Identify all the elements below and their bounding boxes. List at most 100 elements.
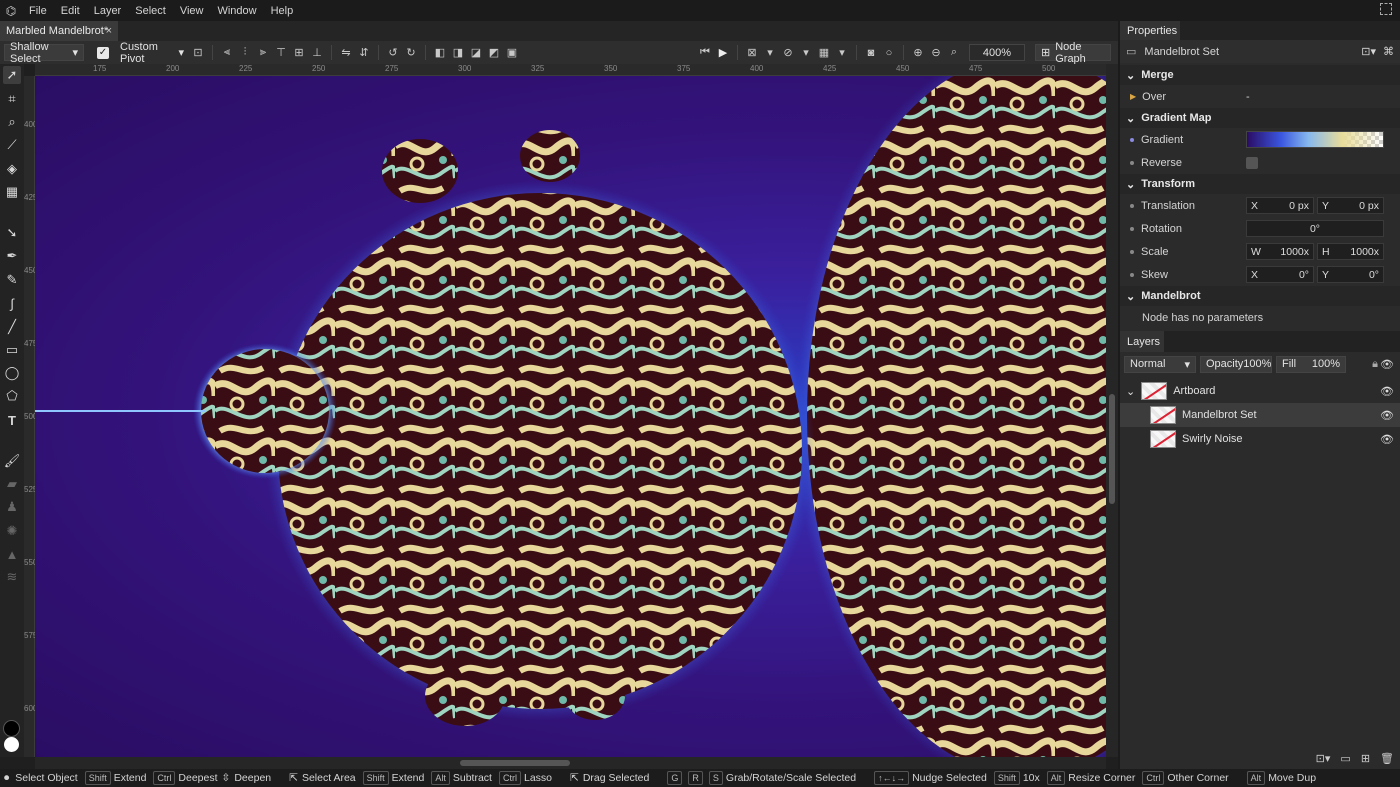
rotate-ccw-icon[interactable]: ↺ <box>386 46 400 60</box>
blend-mode-dropdown[interactable]: Normal ▾ <box>1124 355 1196 373</box>
boolean-subtract-icon[interactable]: ◨ <box>451 46 465 60</box>
zoom-out-icon[interactable]: ⊖ <box>929 46 943 60</box>
detail-tool-icon[interactable]: ▲ <box>3 545 21 563</box>
layer-row-artboard[interactable]: ⌄ Artboard 👁︎ <box>1120 379 1400 403</box>
overlays-icon[interactable]: ⊘ <box>781 46 795 60</box>
brush-tool-icon[interactable]: 🖌 <box>3 452 21 470</box>
opacity-field[interactable]: Opacity 100% <box>1200 355 1272 373</box>
mandelbrot-section-header[interactable]: ⌄ Mandelbrot <box>1120 286 1400 306</box>
align-right-icon[interactable]: ⫸ <box>256 46 270 60</box>
menu-select[interactable]: Select <box>128 5 173 17</box>
tab-properties[interactable]: Properties <box>1120 21 1180 40</box>
menu-edit[interactable]: Edit <box>54 5 87 17</box>
more-icon[interactable]: ⌘ <box>1383 45 1394 58</box>
gradient-map-section-header[interactable]: ⌄ Gradient Map <box>1120 108 1400 128</box>
primary-color-swatch[interactable] <box>3 720 20 737</box>
align-left-icon[interactable]: ⫷ <box>220 46 234 60</box>
grid-icon[interactable]: ▦ <box>817 46 831 60</box>
play-icon[interactable]: ▶ <box>716 46 730 60</box>
menu-window[interactable]: Window <box>210 5 263 17</box>
fill-field[interactable]: Fill 100% <box>1276 355 1346 373</box>
layer-row-mandelbrot-set[interactable]: Mandelbrot Set 👁︎ <box>1120 403 1400 427</box>
eye-icon[interactable]: 👁︎ <box>1380 358 1394 371</box>
reverse-checkbox[interactable] <box>1246 157 1258 169</box>
fill-tool-icon[interactable]: ◈ <box>3 160 21 178</box>
vertical-scrollbar[interactable] <box>1106 64 1118 757</box>
crop-tool-icon[interactable]: ⌗ <box>3 90 21 108</box>
menu-file[interactable]: File <box>22 5 54 17</box>
app-logo-icon[interactable]: ⌬ <box>0 0 22 21</box>
zoom-field[interactable]: 400% <box>969 44 1025 61</box>
snapping-icon[interactable]: ⊠ <box>745 46 759 60</box>
new-folder-icon[interactable]: ▭ <box>1340 752 1350 765</box>
align-bottom-icon[interactable]: ⊥ <box>310 46 324 60</box>
rotate-cw-icon[interactable]: ↻ <box>404 46 418 60</box>
menu-layer[interactable]: Layer <box>87 5 129 17</box>
eraser-tool-icon[interactable]: ▰ <box>3 475 21 493</box>
pivot-dropdown[interactable]: Custom Pivot ▾ <box>115 41 189 65</box>
secondary-color-swatch[interactable] <box>4 737 19 752</box>
tab-layers[interactable]: Layers <box>1120 331 1164 352</box>
scrollbar-thumb[interactable] <box>460 760 570 766</box>
translation-y-field[interactable]: Y 0 px <box>1317 197 1384 214</box>
align-top-icon[interactable]: ⊤ <box>274 46 288 60</box>
pen-tool-icon[interactable]: ✒ <box>3 247 21 265</box>
boolean-union-icon[interactable]: ◧ <box>433 46 447 60</box>
stamp-tool-icon[interactable]: ♟ <box>3 498 21 516</box>
align-middle-icon[interactable]: ⊞ <box>292 46 306 60</box>
zoom-in-icon[interactable]: ⊕ <box>911 46 925 60</box>
gradient-swatch[interactable] <box>1246 131 1384 148</box>
boolean-difference-icon[interactable]: ◩ <box>487 46 501 60</box>
pivot-target-icon[interactable]: ⊡ <box>191 46 205 60</box>
new-layer-icon[interactable]: ⊞ <box>1361 752 1370 765</box>
node-options-icon[interactable]: ⊡▾ <box>1361 45 1376 58</box>
rectangle-tool-icon[interactable]: ▭ <box>3 341 21 359</box>
line-tool-icon[interactable]: ╱ <box>3 318 21 336</box>
heal-tool-icon[interactable]: ✺ <box>3 522 21 540</box>
gradient-tool-icon[interactable]: ▦ <box>3 183 21 201</box>
eye-icon[interactable]: 👁︎ <box>1380 433 1394 446</box>
close-icon[interactable]: × <box>106 25 112 37</box>
layer-options-icon[interactable]: ⊡▾ <box>1316 752 1331 765</box>
layer-row-swirly-noise[interactable]: Swirly Noise 👁︎ <box>1120 427 1400 451</box>
eyedropper-tool-icon[interactable]: ⟋ <box>3 136 21 154</box>
scrollbar-thumb[interactable] <box>1109 394 1115 504</box>
spline-tool-icon[interactable]: ∫ <box>3 294 21 312</box>
scale-width-field[interactable]: W 1000x <box>1246 243 1314 260</box>
boolean-divide-icon[interactable]: ▣ <box>505 46 519 60</box>
pivot-checkbox[interactable]: ✓ <box>97 46 109 59</box>
text-tool-icon[interactable]: T <box>3 411 21 429</box>
horizontal-scrollbar[interactable] <box>35 757 1106 769</box>
chevron-down-icon[interactable]: ▾ <box>835 46 849 60</box>
chevron-down-icon[interactable]: ⌄ <box>1126 385 1135 398</box>
eye-icon[interactable]: 👁︎ <box>1380 385 1394 398</box>
maximize-icon[interactable] <box>1380 3 1392 15</box>
flip-vertical-icon[interactable]: ⇵ <box>357 46 371 60</box>
menu-view[interactable]: View <box>173 5 211 17</box>
skip-back-icon[interactable]: ⏮ <box>698 46 712 60</box>
select-mode-dropdown[interactable]: Shallow Select ▾ <box>4 41 84 65</box>
document-tab[interactable]: Marbled Mandelbrot* × <box>0 21 118 41</box>
render-mode-outline-icon[interactable]: ○ <box>882 46 896 60</box>
relight-tool-icon[interactable]: ≋ <box>3 568 21 586</box>
ellipse-tool-icon[interactable]: ◯ <box>3 364 21 382</box>
rotation-field[interactable]: 0° <box>1246 220 1384 237</box>
navigate-tool-icon[interactable]: ⌕ <box>3 113 21 131</box>
trash-icon[interactable]: 🗑︎ <box>1380 752 1394 765</box>
lock-icon[interactable]: 🔒︎ <box>1372 358 1378 371</box>
chevron-down-icon[interactable]: ▾ <box>763 46 777 60</box>
freehand-tool-icon[interactable]: ✎ <box>3 271 21 289</box>
menu-help[interactable]: Help <box>264 5 301 17</box>
scale-height-field[interactable]: H 1000x <box>1317 243 1384 260</box>
flip-horizontal-icon[interactable]: ⇋ <box>339 46 353 60</box>
translation-x-field[interactable]: X 0 px <box>1246 197 1314 214</box>
path-tool-icon[interactable]: ➘ <box>3 224 21 242</box>
transform-section-header[interactable]: ⌄ Transform <box>1120 174 1400 194</box>
polygon-tool-icon[interactable]: ⬠ <box>3 387 21 405</box>
zoom-fit-icon[interactable]: ⌕ <box>947 46 961 60</box>
merge-section-header[interactable]: ⌄ Merge <box>1120 65 1400 85</box>
chevron-down-icon[interactable]: ▾ <box>799 46 813 60</box>
select-tool-icon[interactable]: ➚ <box>3 66 21 84</box>
render-mode-normal-icon[interactable]: ◙ <box>864 46 878 60</box>
eye-icon[interactable]: 👁︎ <box>1380 409 1394 422</box>
